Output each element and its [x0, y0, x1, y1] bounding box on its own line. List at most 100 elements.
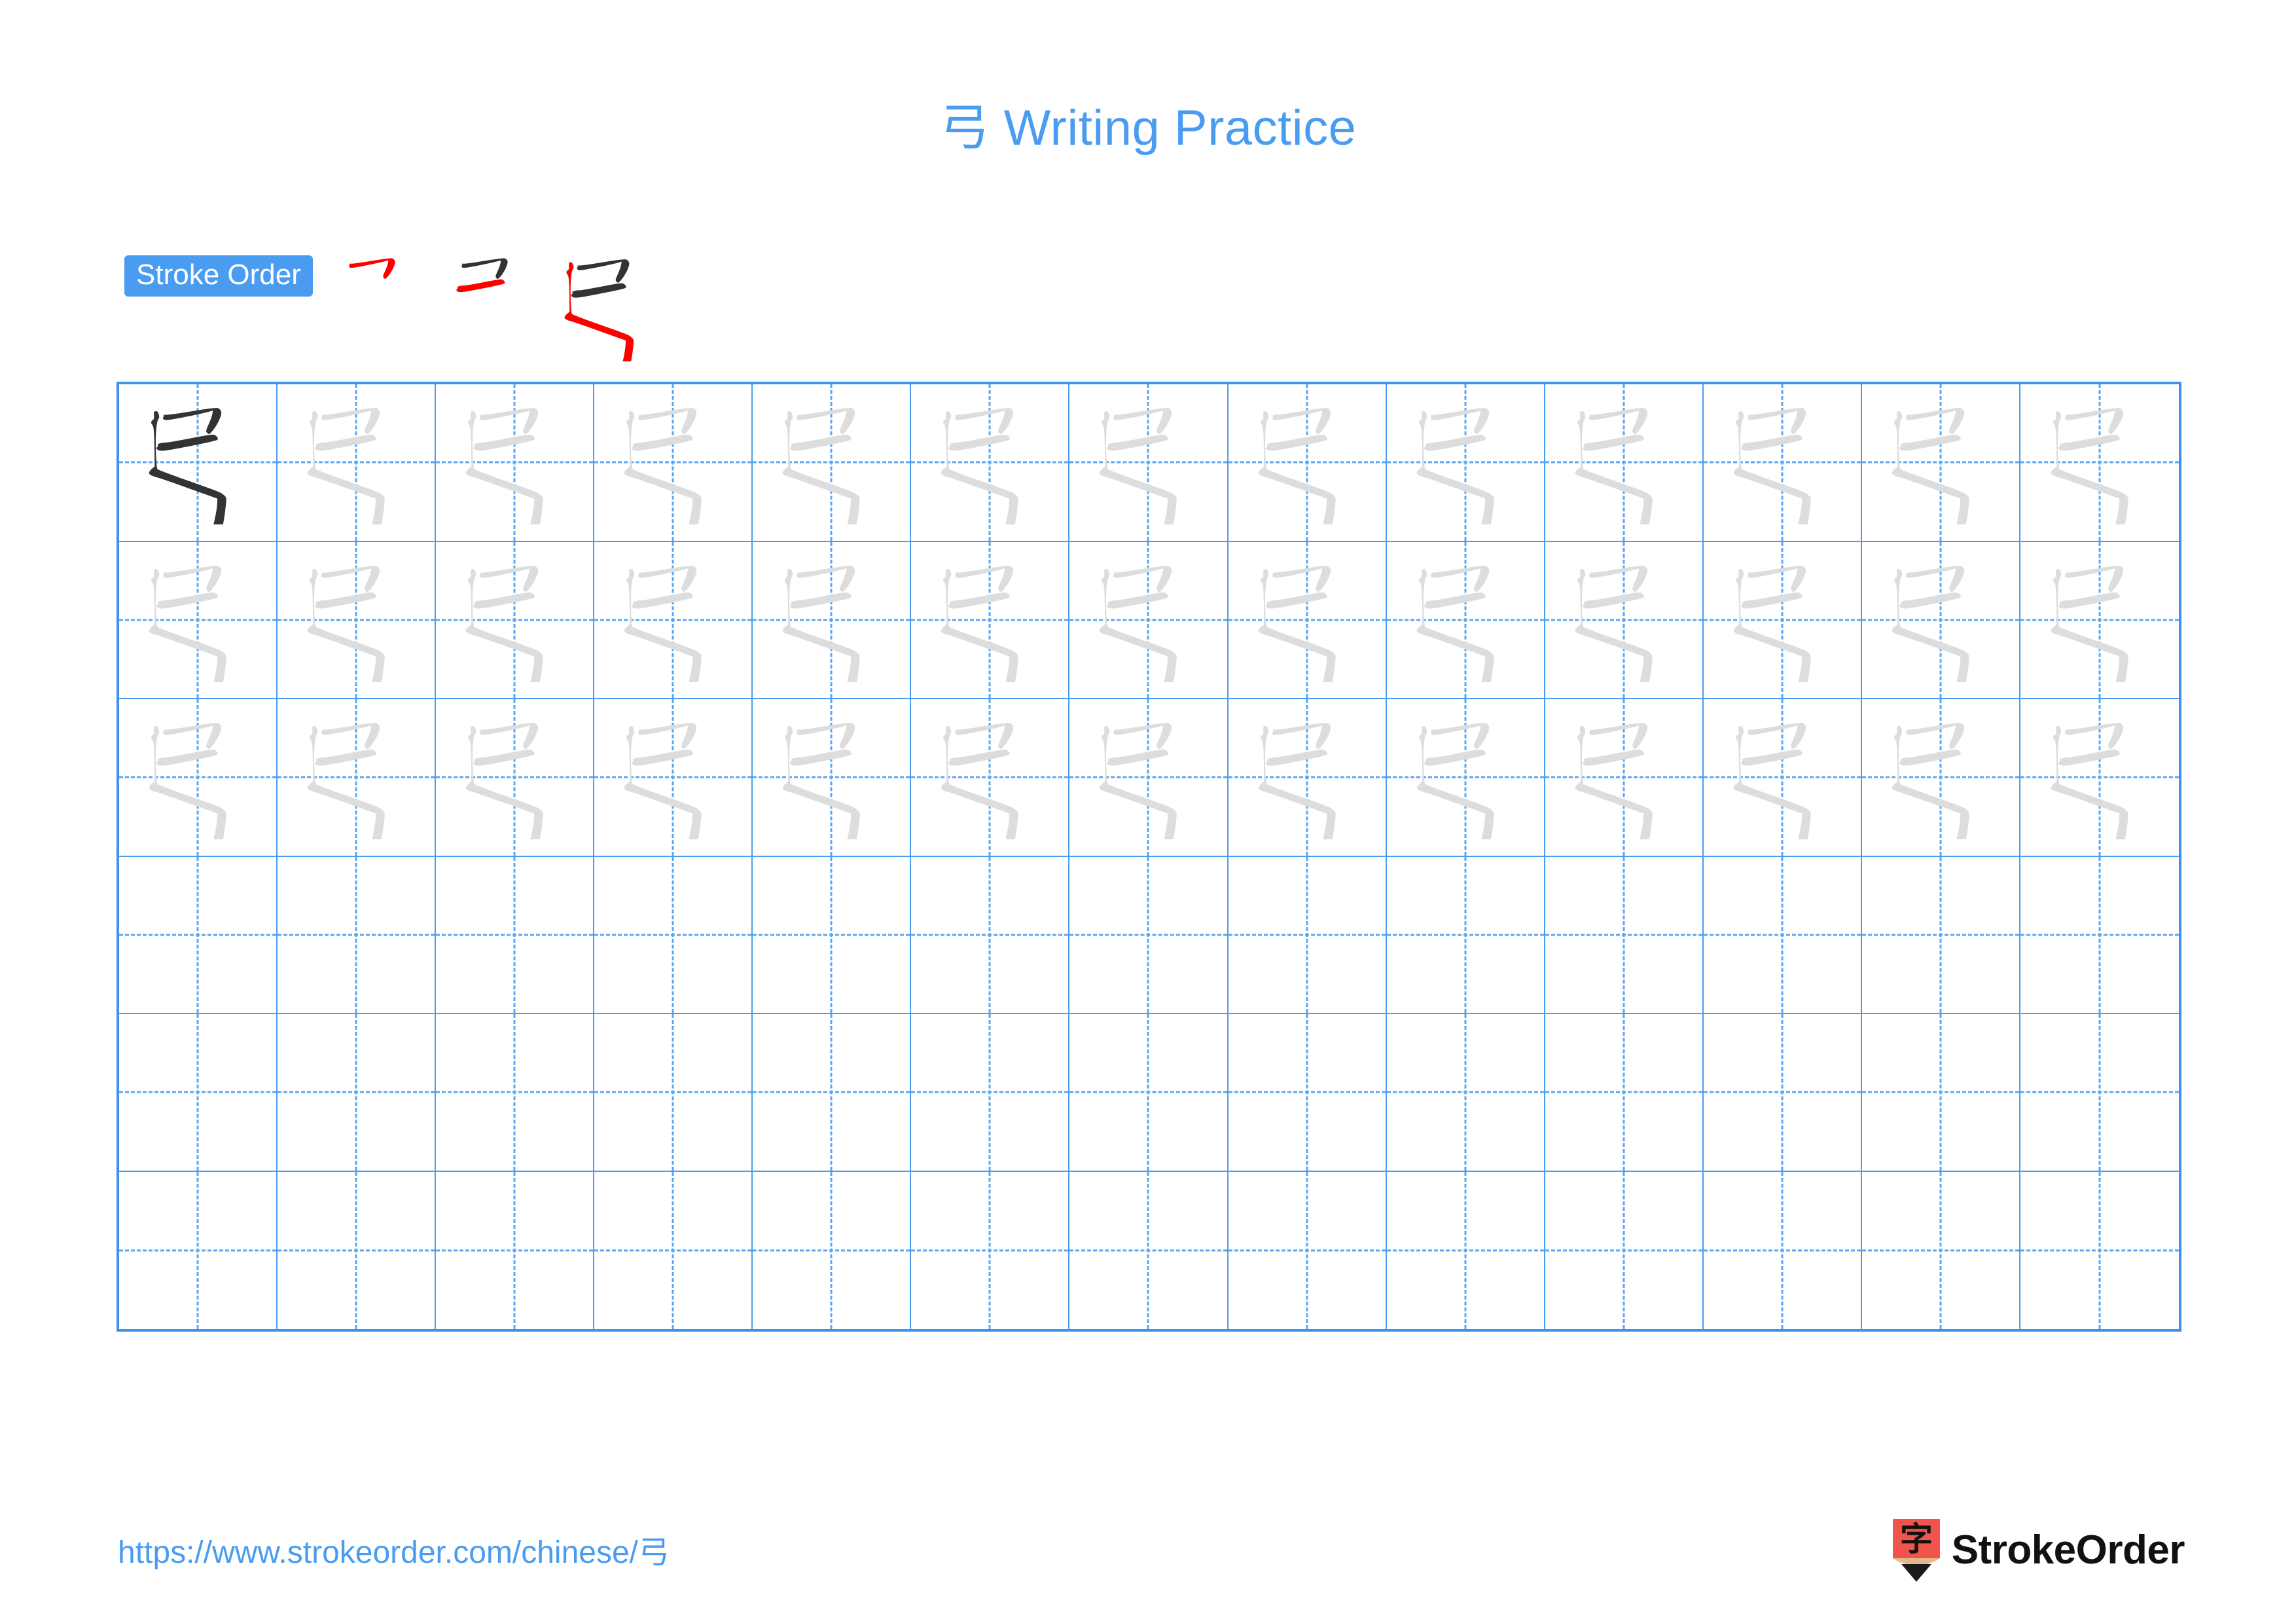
- practice-cell-r5-c11[interactable]: [1703, 1014, 1862, 1172]
- practice-cell-r5-c12[interactable]: [1861, 1014, 2020, 1172]
- practice-cell-r6-c7[interactable]: [1069, 1171, 1229, 1329]
- character-trace: [911, 542, 1068, 699]
- practice-cell-r5-c2[interactable]: [278, 1014, 437, 1172]
- practice-cell-r1-c2[interactable]: [278, 384, 437, 542]
- practice-cell-r6-c12[interactable]: [1862, 1171, 2020, 1329]
- character-trace: [1704, 699, 1861, 856]
- practice-cell-r6-c4[interactable]: [594, 1171, 753, 1329]
- practice-cell-r3-c6[interactable]: [911, 699, 1070, 857]
- practice-cell-r5-c8[interactable]: [1228, 1014, 1387, 1172]
- practice-cell-r1-c12[interactable]: [1861, 384, 2020, 542]
- practice-cell-r2-c5[interactable]: [753, 541, 912, 699]
- practice-cell-r4-c8[interactable]: [1228, 856, 1387, 1014]
- practice-cell-r6-c13[interactable]: [2020, 1172, 2179, 1330]
- practice-cell-r6-c10[interactable]: [1545, 1171, 1704, 1329]
- practice-cell-r1-c8[interactable]: [1228, 384, 1387, 542]
- practice-cell-r3-c7[interactable]: [1069, 699, 1229, 857]
- practice-cell-r2-c2[interactable]: [278, 541, 437, 699]
- source-url-link[interactable]: https://www.strokeorder.com/chinese/弓: [118, 1537, 670, 1569]
- practice-cell-r6-c1[interactable]: [119, 1171, 278, 1329]
- character-glyph: [1100, 723, 1177, 840]
- practice-cell-r1-c11[interactable]: [1703, 384, 1862, 542]
- character-trace: [119, 699, 276, 856]
- character-glyph: [783, 565, 861, 682]
- practice-cell-r4-c3[interactable]: [436, 856, 595, 1014]
- character-glyph: [1575, 565, 1653, 682]
- practice-cell-r1-c7[interactable]: [1069, 384, 1229, 542]
- practice-cell-r1-c6[interactable]: [911, 384, 1070, 542]
- practice-cell-r1-c3[interactable]: [436, 384, 595, 542]
- practice-cell-r4-c11[interactable]: [1703, 856, 1862, 1014]
- practice-cell-r5-c13[interactable]: [2020, 1014, 2179, 1172]
- character-trace: [436, 384, 593, 541]
- practice-cell-r4-c5[interactable]: [753, 856, 912, 1014]
- practice-cell-r4-c1[interactable]: [119, 856, 278, 1014]
- character-glyph: [465, 408, 543, 525]
- practice-cell-r1-c4[interactable]: [594, 384, 753, 542]
- practice-cell-r2-c6[interactable]: [911, 541, 1070, 699]
- practice-cell-r2-c9[interactable]: [1386, 541, 1545, 699]
- practice-cell-r2-c3[interactable]: [436, 541, 595, 699]
- practice-cell-r2-c12[interactable]: [1861, 541, 2020, 699]
- practice-cell-r2-c13[interactable]: [2020, 542, 2179, 699]
- practice-cell-r4-c7[interactable]: [1069, 856, 1229, 1014]
- practice-cell-r3-c13[interactable]: [2020, 699, 2179, 857]
- practice-cell-r3-c8[interactable]: [1228, 699, 1387, 857]
- practice-cell-r3-c1[interactable]: [119, 699, 278, 857]
- practice-cell-r1-c13[interactable]: [2020, 384, 2179, 542]
- practice-cell-r3-c9[interactable]: [1386, 699, 1545, 857]
- practice-cell-r1-c1[interactable]: [119, 384, 278, 542]
- practice-cell-r5-c10[interactable]: [1545, 1014, 1704, 1172]
- character-trace: [1387, 542, 1544, 699]
- practice-cell-r3-c3[interactable]: [436, 699, 595, 857]
- practice-cell-r1-c5[interactable]: [753, 384, 912, 542]
- character-trace: [1229, 384, 1386, 541]
- practice-cell-r6-c3[interactable]: [436, 1171, 595, 1329]
- practice-cell-r3-c5[interactable]: [753, 699, 912, 857]
- practice-cell-r3-c4[interactable]: [594, 699, 753, 857]
- practice-cell-r4-c4[interactable]: [594, 856, 753, 1014]
- practice-cell-r2-c10[interactable]: [1545, 541, 1704, 699]
- practice-cell-r6-c5[interactable]: [753, 1171, 912, 1329]
- practice-cell-r5-c4[interactable]: [594, 1014, 753, 1172]
- practice-cell-r5-c5[interactable]: [753, 1014, 912, 1172]
- practice-cell-r3-c10[interactable]: [1545, 699, 1704, 857]
- character-trace: [1545, 699, 1702, 856]
- practice-cell-r6-c8[interactable]: [1229, 1171, 1387, 1329]
- practice-cell-r2-c1[interactable]: [119, 541, 278, 699]
- practice-cell-r4-c10[interactable]: [1545, 856, 1704, 1014]
- practice-cell-r2-c11[interactable]: [1703, 541, 1862, 699]
- character-trace: [753, 384, 910, 541]
- practice-cell-r6-c2[interactable]: [278, 1171, 437, 1329]
- practice-cell-r4-c12[interactable]: [1861, 856, 2020, 1014]
- character-glyph: [1416, 565, 1494, 682]
- character-glyph: [2051, 408, 2128, 525]
- practice-cell-r6-c6[interactable]: [911, 1171, 1070, 1329]
- practice-cell-r3-c12[interactable]: [1861, 699, 2020, 857]
- practice-cell-r3-c2[interactable]: [278, 699, 437, 857]
- practice-cell-r5-c7[interactable]: [1069, 1014, 1229, 1172]
- stroke-step-3-glyph: [564, 259, 634, 361]
- practice-grid: [117, 382, 2181, 1332]
- character-glyph: [1892, 408, 1969, 525]
- character-glyph: [1258, 408, 1336, 525]
- character-trace: [594, 699, 751, 856]
- practice-cell-r1-c10[interactable]: [1545, 384, 1704, 542]
- practice-cell-r5-c6[interactable]: [911, 1014, 1070, 1172]
- practice-cell-r2-c7[interactable]: [1069, 541, 1229, 699]
- practice-cell-r2-c4[interactable]: [594, 541, 753, 699]
- practice-cell-r6-c11[interactable]: [1704, 1171, 1862, 1329]
- practice-cell-r4-c13[interactable]: [2020, 857, 2179, 1014]
- practice-cell-r1-c9[interactable]: [1386, 384, 1545, 542]
- practice-cell-r4-c9[interactable]: [1386, 856, 1545, 1014]
- practice-cell-r6-c9[interactable]: [1387, 1171, 1545, 1329]
- character-trace: [1069, 542, 1227, 699]
- practice-cell-r5-c1[interactable]: [119, 1014, 278, 1172]
- practice-cell-r3-c11[interactable]: [1703, 699, 1862, 857]
- practice-cell-r5-c3[interactable]: [436, 1014, 595, 1172]
- practice-cell-r5-c9[interactable]: [1386, 1014, 1545, 1172]
- practice-cell-r4-c6[interactable]: [911, 856, 1070, 1014]
- practice-cell-r4-c2[interactable]: [278, 856, 437, 1014]
- practice-cell-r2-c8[interactable]: [1228, 541, 1387, 699]
- character-trace: [753, 699, 910, 856]
